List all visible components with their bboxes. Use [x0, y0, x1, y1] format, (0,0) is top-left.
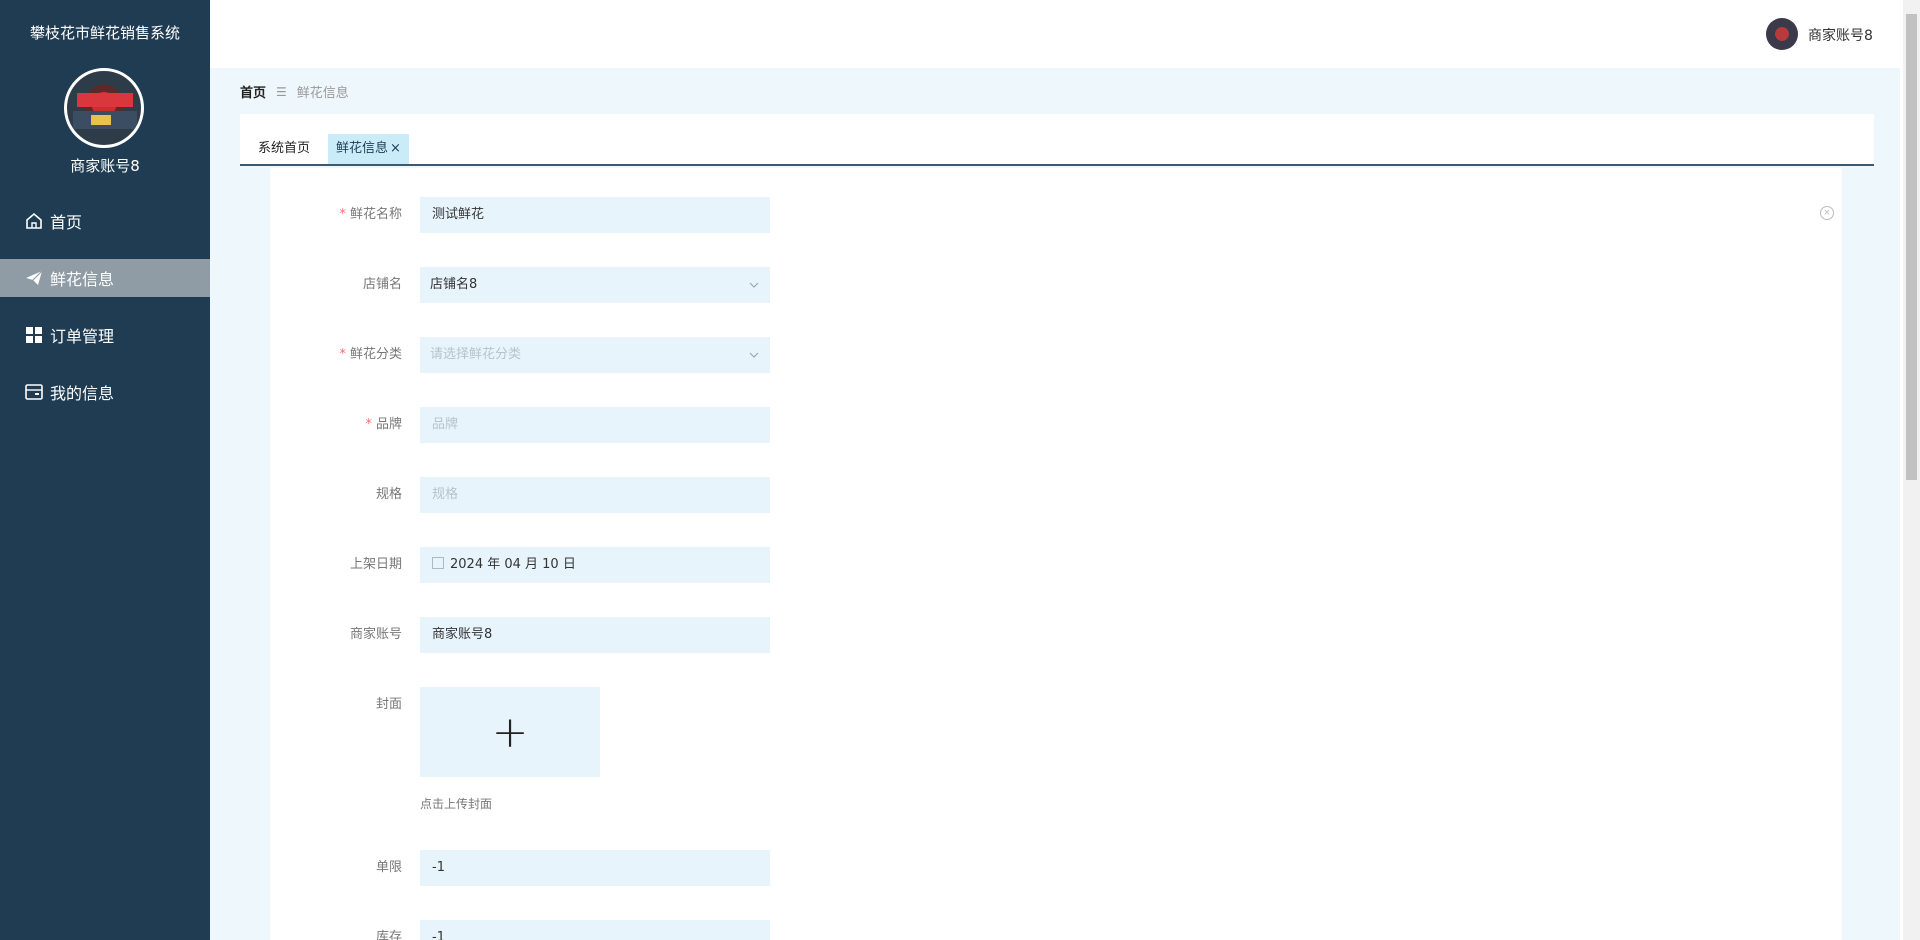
- sidebar-item-orders[interactable]: 订单管理: [0, 316, 210, 354]
- top-header: 商家账号8: [210, 0, 1900, 68]
- main-content: 首页 ☰ 鲜花信息 系统首页 鲜花信息× × *鲜花名称 店铺名 店铺名8: [210, 68, 1900, 940]
- category-label: * 鲜花分类: [339, 347, 402, 362]
- tab-flower-info[interactable]: 鲜花信息 ×: [328, 134, 409, 164]
- calendar-icon: [432, 557, 444, 569]
- listing-date-value: 2024 年 04 月 10 日: [450, 557, 576, 572]
- category-placeholder: 请选择鲜花分类: [430, 347, 522, 362]
- avatar-photo-detail: [91, 115, 111, 125]
- sidebar-item-label: 首页: [50, 213, 83, 232]
- listing-date-picker[interactable]: 2024 年 04 月 10 日: [420, 547, 770, 583]
- shop-name-label: 店铺名: [362, 277, 402, 292]
- tab-label: 系统首页: [258, 141, 311, 156]
- close-icon[interactable]: ×: [390, 141, 401, 156]
- close-circle-icon[interactable]: ×: [1820, 206, 1834, 220]
- tab-label: 鲜花信息: [336, 141, 389, 156]
- cover-upload-tip: 点击上传封面: [420, 797, 493, 811]
- form-row-shop-name: 店铺名 店铺名8: [270, 267, 870, 303]
- shop-name-value: 店铺名8: [430, 277, 478, 292]
- single-limit-input[interactable]: [420, 850, 770, 886]
- sidebar-item-label: 我的信息: [50, 384, 115, 403]
- spec-input[interactable]: [420, 477, 770, 513]
- spec-label: 规格: [375, 487, 402, 502]
- form-row-flower-name: * 鲜花名称: [270, 197, 870, 233]
- cover-label: 封面: [375, 697, 402, 712]
- brand-input[interactable]: [420, 407, 770, 443]
- plus-icon: +: [491, 706, 529, 758]
- chevron-down-icon: [748, 337, 760, 387]
- avatar-photo-detail: [77, 93, 133, 107]
- flower-name-label: * 鲜花名称: [339, 207, 402, 222]
- shop-name-select[interactable]: 店铺名8: [420, 267, 770, 303]
- header-avatar[interactable]: [1766, 18, 1798, 50]
- form-card: × *鲜花名称 店铺名 店铺名8 *鲜花分类 请选择鲜花分类: [270, 168, 1842, 940]
- category-select[interactable]: 请选择鲜花分类: [420, 337, 770, 373]
- form-row-category: * 鲜花分类 请选择鲜花分类: [270, 337, 870, 373]
- form-row-spec: 规格: [270, 477, 870, 513]
- breadcrumb: 首页 ☰ 鲜花信息: [240, 82, 349, 102]
- form-row-listing-date: 上架日期 2024 年 04 月 10 日: [270, 547, 870, 583]
- sidebar-item-label: 订单管理: [50, 327, 115, 346]
- grid-icon: [24, 325, 44, 345]
- sidebar-username: 商家账号8: [70, 157, 140, 175]
- listing-date-label: 上架日期: [349, 557, 402, 572]
- stock-label: 库存: [375, 930, 402, 940]
- sidebar-item-home[interactable]: 首页: [0, 202, 210, 240]
- sidebar-menu: 首页 鲜花信息 订单管理 我的信息: [0, 202, 210, 430]
- paper-plane-icon: [24, 268, 44, 288]
- brand-label: * 品牌: [365, 417, 402, 432]
- breadcrumb-separator-icon: ☰: [276, 84, 287, 99]
- merchant-account-input[interactable]: [420, 617, 770, 653]
- sidebar-item-label: 鲜花信息: [50, 270, 115, 289]
- single-limit-label: 单限: [375, 860, 402, 875]
- avatar[interactable]: [64, 68, 144, 148]
- form-row-stock: 库存: [270, 920, 870, 940]
- scrollbar-thumb[interactable]: [1906, 14, 1917, 480]
- merchant-account-label: 商家账号: [349, 627, 402, 642]
- breadcrumb-current: 鲜花信息: [296, 86, 349, 101]
- required-mark: *: [339, 207, 346, 222]
- form-row-brand: * 品牌: [270, 407, 870, 443]
- chevron-down-icon: [748, 267, 760, 317]
- sidebar-item-flower-info[interactable]: 鲜花信息: [0, 259, 210, 297]
- sidebar-item-my-info[interactable]: 我的信息: [0, 373, 210, 411]
- form-row-merchant-account: 商家账号: [270, 617, 870, 653]
- breadcrumb-home[interactable]: 首页: [240, 82, 266, 101]
- stock-input[interactable]: [420, 920, 770, 940]
- tab-system-home[interactable]: 系统首页: [250, 134, 318, 164]
- header-username[interactable]: 商家账号8: [1808, 25, 1873, 45]
- vertical-scrollbar[interactable]: [1903, 0, 1920, 940]
- cover-upload-button[interactable]: +: [420, 687, 600, 777]
- required-mark: *: [339, 347, 346, 362]
- sidebar: 攀枝花市鲜花销售系统 商家账号8 首页 鲜花信息 订单管理 我的信息: [0, 0, 210, 940]
- home-icon: [24, 211, 44, 231]
- wallet-icon: [24, 382, 44, 402]
- tab-bar: 系统首页 鲜花信息 ×: [240, 114, 1874, 166]
- flower-name-input[interactable]: [420, 197, 770, 233]
- required-mark: *: [365, 417, 372, 432]
- app-title: 攀枝花市鲜花销售系统: [29, 24, 180, 42]
- form-row-cover: 封面 + 点击上传封面: [270, 687, 870, 827]
- form-row-single-limit: 单限: [270, 850, 870, 886]
